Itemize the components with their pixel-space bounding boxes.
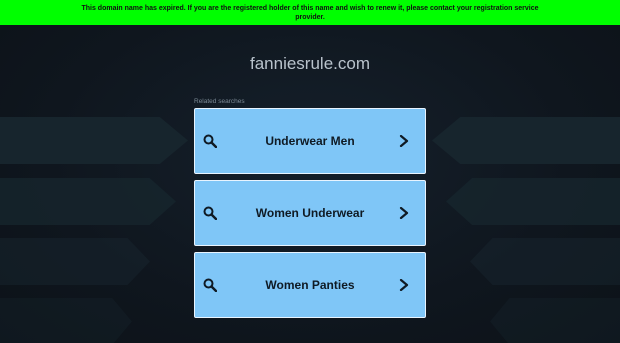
domain-title: fanniesrule.com [249,54,370,73]
decorative-arrow-left-2 [0,178,176,225]
chevron-right-icon [399,135,409,147]
related-search-label: Underwear Men [265,134,355,148]
decorative-arrow-left-4 [0,298,132,343]
related-search-label: Women Underwear [255,206,365,220]
related-searches-label: Related searches [194,98,245,105]
related-search-button-underwear-men[interactable]: Underwear Men [194,108,426,174]
banner-message: This domain name has expired. If you are… [81,5,539,21]
decorative-arrow-left-3 [0,238,150,285]
related-search-label: Women Panties [265,278,355,292]
expired-domain-banner: This domain name has expired. If you are… [0,0,620,25]
decorative-arrow-right-1 [432,117,620,164]
chevron-right-icon [399,279,409,291]
decorative-arrow-right-4 [490,298,620,343]
decorative-arrow-right-3 [470,238,620,285]
related-search-button-women-panties[interactable]: Women Panties [194,252,426,318]
decorative-arrow-left-1 [0,117,188,164]
decorative-arrow-right-2 [446,178,620,225]
parked-domain-page: This domain name has expired. If you are… [0,0,620,343]
related-search-button-women-underwear[interactable]: Women Underwear [194,180,426,246]
chevron-right-icon [399,207,409,219]
